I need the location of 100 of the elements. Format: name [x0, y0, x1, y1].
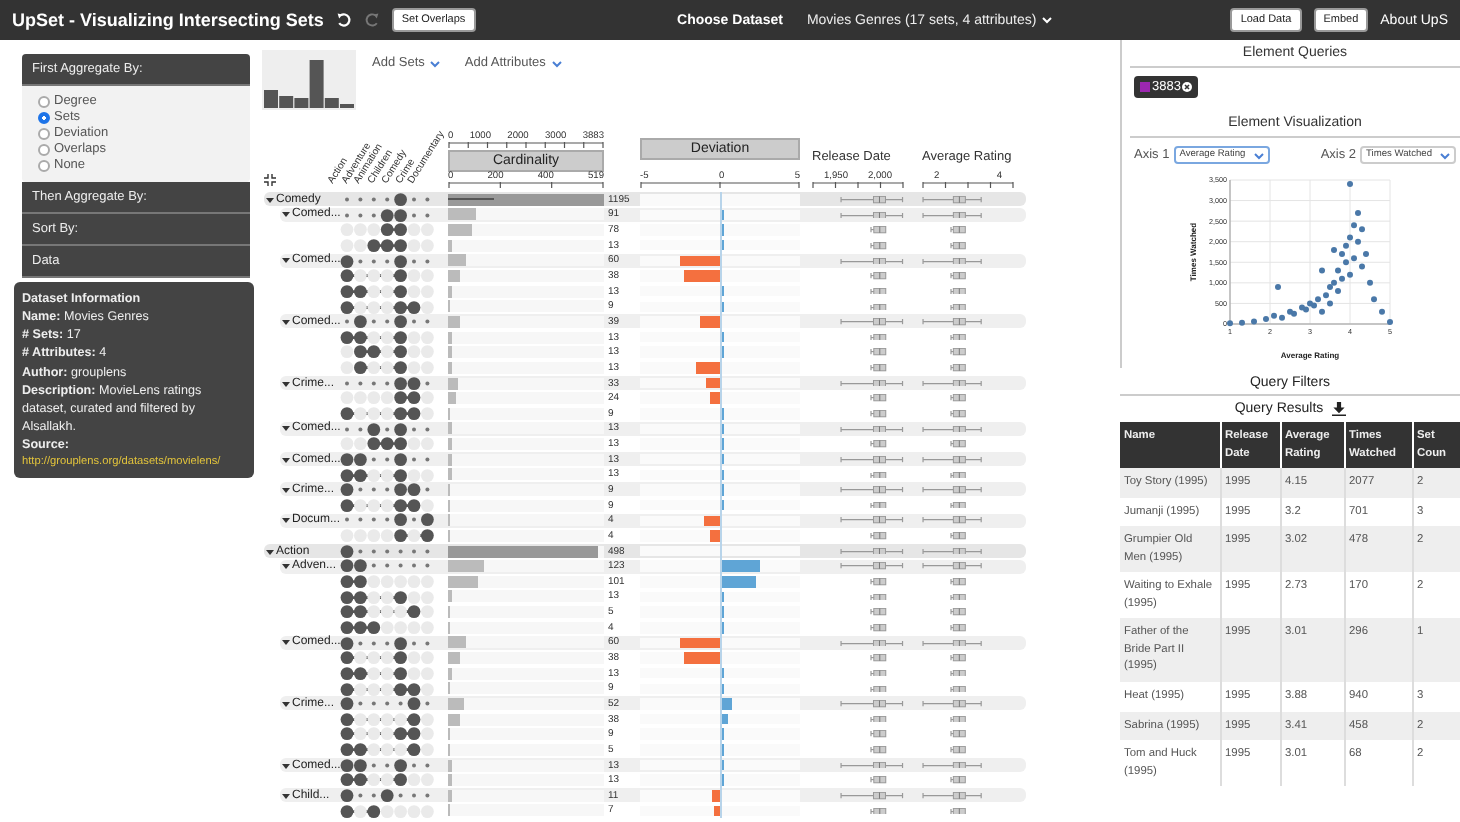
box-plot-drawing: [870, 532, 888, 540]
box-plot-drawing: [870, 608, 888, 616]
radio-button[interactable]: [38, 159, 50, 171]
caret-icon[interactable]: [282, 638, 290, 647]
collapse-icon[interactable]: [264, 174, 276, 186]
box-plot-drawing: [870, 226, 888, 234]
caret-icon[interactable]: [266, 195, 274, 204]
data-point: [1346, 181, 1352, 188]
connector-line: [347, 305, 414, 308]
data-point: [1318, 267, 1324, 274]
box-plot-drawing: [949, 333, 966, 341]
box-plot-drawing: [840, 761, 905, 769]
box-plot-drawing: [949, 730, 966, 739]
download-icon[interactable]: [1331, 402, 1346, 416]
box-plot-drawing: [949, 394, 966, 402]
caret-icon[interactable]: [282, 791, 290, 800]
box-plot-drawing: [840, 516, 905, 525]
caret-icon[interactable]: [282, 562, 290, 571]
connector-line: [347, 748, 414, 752]
data-point: [1362, 251, 1368, 258]
box-plot-drawing: [949, 578, 966, 586]
box-plot-drawing: [870, 303, 888, 311]
box-plot-drawing: [840, 486, 905, 494]
box-plot-drawing: [949, 532, 966, 540]
connector-line: [347, 717, 414, 721]
box-plot-drawing: [870, 776, 888, 784]
box-plot-drawing: [921, 257, 982, 265]
connector-line: [347, 626, 374, 629]
data-point: [1370, 296, 1376, 303]
box-plot-drawing: [921, 211, 982, 219]
box-plot-drawing: [921, 196, 982, 204]
radio-button[interactable]: [38, 111, 50, 123]
box-plot-drawing: [949, 440, 966, 448]
box-plot-drawing: [870, 241, 888, 250]
caret-icon[interactable]: [282, 317, 290, 326]
caret-icon[interactable]: [266, 547, 274, 556]
data-point: [1226, 320, 1232, 327]
box-plot-drawing: [949, 654, 966, 662]
caret-icon[interactable]: [282, 256, 290, 265]
connector-line: [347, 412, 414, 415]
radio-button[interactable]: [38, 95, 50, 107]
box-plot-drawing: [870, 669, 888, 677]
connector-line: [347, 610, 414, 614]
box-plot-drawing: [921, 455, 982, 463]
box-plot-drawing: [870, 746, 888, 754]
close-icon[interactable]: [1182, 82, 1193, 92]
box-plot-drawing: [921, 792, 982, 800]
box-plot-drawing: [921, 547, 982, 555]
box-plot-drawing: [949, 715, 966, 723]
caret-icon[interactable]: [282, 455, 290, 464]
box-plot-drawing: [870, 409, 888, 418]
box-plot-drawing: [949, 409, 966, 418]
chevron-down-icon: [1253, 151, 1264, 159]
box-plot-drawing: [840, 425, 905, 433]
box-plot-drawing: [840, 562, 905, 570]
box-plot-drawing: [949, 623, 966, 632]
box-plot-drawing: [840, 639, 905, 647]
caret-icon[interactable]: [282, 699, 290, 708]
box-plot-drawing: [921, 318, 982, 326]
connector-line: [347, 503, 414, 507]
box-plot-drawing: [949, 272, 966, 280]
connector-line: [347, 809, 374, 813]
box-plot-drawing: [840, 379, 905, 387]
box-plot-drawing: [949, 364, 966, 372]
box-plot-drawing: [921, 639, 982, 647]
data-point: [1354, 209, 1360, 216]
box-plot-drawing: [840, 196, 905, 204]
data-point: [1274, 283, 1280, 290]
box-plot-drawing: [840, 257, 905, 265]
radio-button[interactable]: [38, 127, 50, 139]
box-plot-drawing: [949, 608, 966, 616]
box-plot-drawing: [870, 593, 888, 601]
caret-icon[interactable]: [282, 424, 290, 433]
box-plot-drawing: [949, 501, 966, 509]
box-plot-drawing: [840, 318, 905, 326]
undo-icon[interactable]: [335, 12, 352, 28]
data-point: [1250, 318, 1256, 325]
box-plot-drawing: [870, 272, 888, 280]
app-title: UpSet - Visualizing Intersecting Sets: [12, 10, 324, 30]
data-point: [1386, 318, 1392, 325]
box-plot-drawing: [949, 685, 966, 693]
box-plot-drawing: [949, 303, 966, 311]
box-plot-drawing: [921, 516, 982, 525]
caret-icon[interactable]: [282, 761, 290, 770]
box-plot-drawing: [949, 226, 966, 234]
caret-icon[interactable]: [282, 516, 290, 525]
radio-button[interactable]: [38, 143, 50, 155]
caret-icon[interactable]: [282, 210, 290, 219]
box-plot-drawing: [921, 700, 982, 708]
box-plot-drawing: [870, 333, 888, 341]
box-plot-drawing: [870, 501, 888, 509]
caret-icon[interactable]: [282, 379, 290, 387]
box-plot-drawing: [870, 715, 888, 723]
histogram-drawing: [262, 50, 356, 110]
caret-icon[interactable]: [282, 485, 290, 494]
axis-line: [922, 182, 1014, 190]
box-plot-drawing: [870, 471, 888, 479]
box-plot-drawing: [840, 211, 905, 219]
box-plot-drawing: [840, 455, 905, 463]
box-plot-drawing: [840, 700, 905, 708]
